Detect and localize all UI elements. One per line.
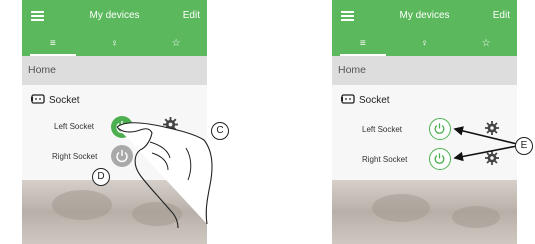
callout-e: E [515, 137, 533, 155]
callout-arrows [453, 126, 518, 162]
